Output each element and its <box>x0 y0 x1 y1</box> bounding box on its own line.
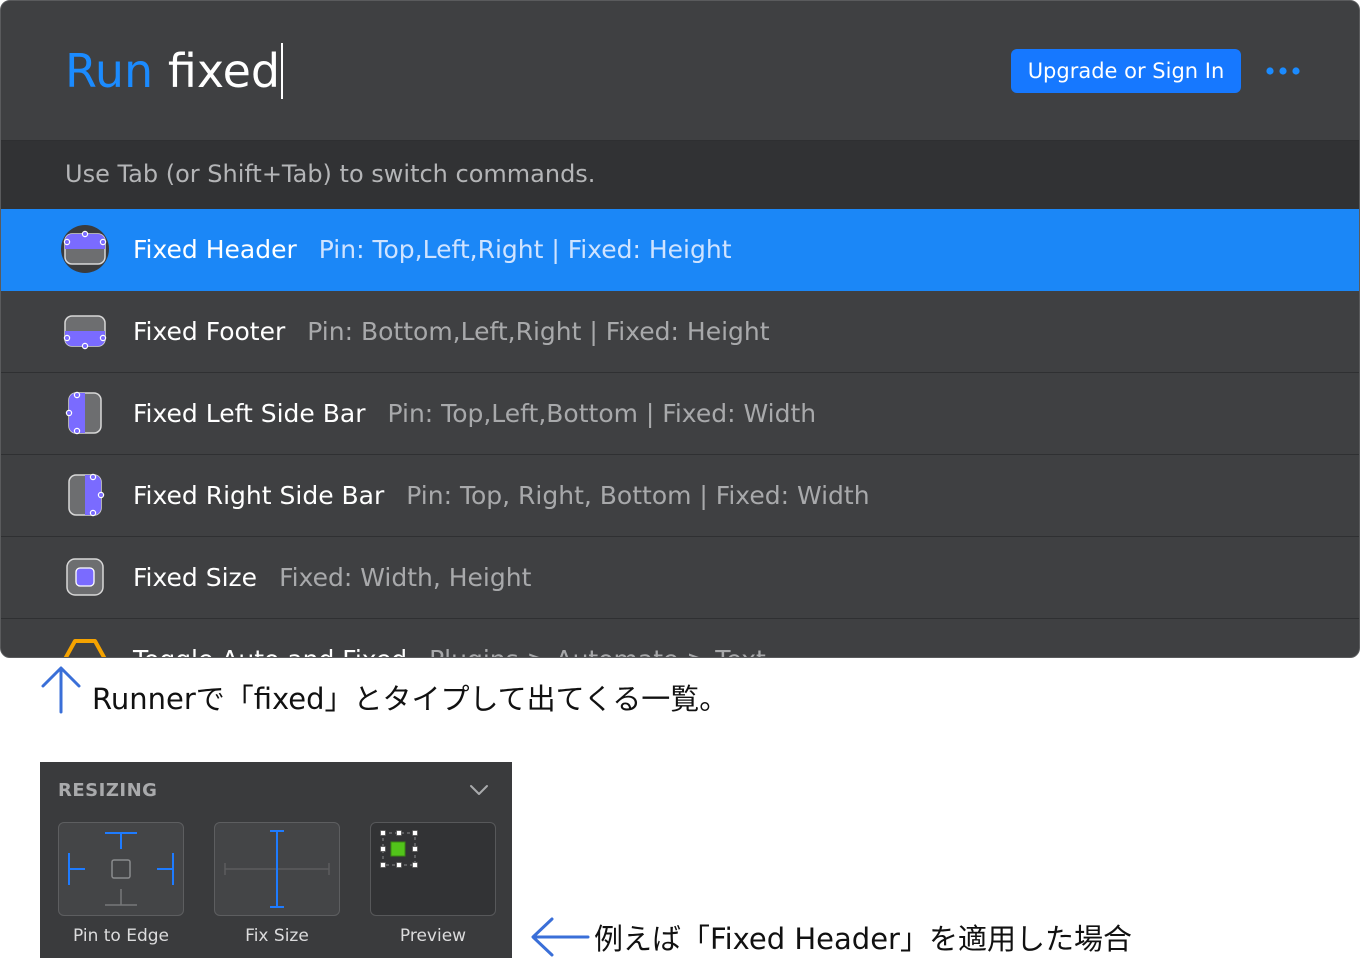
pin-to-edge-tile[interactable] <box>58 822 184 916</box>
result-title: Fixed Left Side Bar <box>133 399 366 428</box>
result-detail: Pin: Bottom,Left,Right | Fixed: Height <box>307 317 770 346</box>
result-row[interactable]: Toggle Auto and Fixed Plugins > Automate … <box>1 619 1359 657</box>
result-detail: Fixed: Width, Height <box>279 563 532 592</box>
result-detail: Pin: Top,Left,Bottom | Fixed: Width <box>387 399 817 428</box>
fixed-footer-icon <box>63 315 107 350</box>
result-list: Fixed Header Pin: Top,Left,Right | Fixed:… <box>1 209 1359 657</box>
plugin-hexagon-icon <box>63 639 107 657</box>
resizing-panel: RESIZING Pin to Edge Fix Size Preview <box>40 762 512 958</box>
query-term: fixed <box>167 44 281 98</box>
fixed-size-icon <box>66 558 104 596</box>
result-detail: Pin: Top, Right, Bottom | Fixed: Width <box>406 481 870 510</box>
chevron-down-icon[interactable] <box>468 782 490 798</box>
pin-to-edge-label: Pin to Edge <box>72 926 170 946</box>
search-query[interactable]: Run fixed <box>65 41 284 101</box>
query-command: Run <box>65 44 154 98</box>
fixed-header-icon <box>61 225 109 273</box>
caption-runner: Runnerで「fixed」とタイプして出てくる一覧。 <box>92 682 729 716</box>
preview-icon <box>380 830 418 868</box>
result-detail: Pin: Top,Left,Right | Fixed: Height <box>318 235 732 264</box>
arrow-up-icon <box>41 666 81 714</box>
text-caret <box>281 43 284 99</box>
result-row[interactable]: Fixed Left Side Bar Pin: Top,Left,Bottom … <box>1 373 1359 455</box>
result-title: Fixed Right Side Bar <box>133 481 385 510</box>
fix-size-label: Fix Size <box>245 926 309 946</box>
caption-panel: 例えば「Fixed Header」を適用した場合 <box>594 922 1132 956</box>
fix-size-tile[interactable] <box>214 822 340 916</box>
fixed-right-sidebar-icon <box>68 473 105 517</box>
result-row[interactable]: Fixed Size Fixed: Width, Height <box>1 537 1359 619</box>
hint-text: Use Tab (or Shift+Tab) to switch command… <box>65 160 596 188</box>
panel-title: RESIZING <box>58 780 158 801</box>
runner-window: Run fixed Upgrade or Sign In Use Tab (or… <box>0 0 1360 658</box>
result-row[interactable]: Fixed Header Pin: Top,Left,Right | Fixed:… <box>1 209 1359 291</box>
more-icon[interactable] <box>1265 63 1301 79</box>
result-detail: Plugins > Automate > Text <box>429 645 766 657</box>
search-bar[interactable]: Run fixed Upgrade or Sign In <box>1 1 1359 141</box>
upgrade-sign-in-button[interactable]: Upgrade or Sign In <box>1011 49 1241 93</box>
pin-to-edge-icon <box>68 832 174 906</box>
fixed-left-sidebar-icon <box>65 391 102 435</box>
result-row[interactable]: Fixed Right Side Bar Pin: Top, Right, Bot… <box>1 455 1359 537</box>
result-title: Fixed Footer <box>133 317 286 346</box>
preview-label: Preview <box>399 926 467 946</box>
fix-size-icon <box>224 830 330 908</box>
result-title: Toggle Auto and Fixed <box>133 645 407 657</box>
preview-tile <box>370 822 496 916</box>
arrow-left-icon <box>531 917 590 957</box>
hint-bar: Use Tab (or Shift+Tab) to switch command… <box>1 141 1359 209</box>
result-title: Fixed Size <box>133 563 258 592</box>
result-row[interactable]: Fixed Footer Pin: Bottom,Left,Right | Fix… <box>1 291 1359 373</box>
result-title: Fixed Header <box>133 235 297 264</box>
